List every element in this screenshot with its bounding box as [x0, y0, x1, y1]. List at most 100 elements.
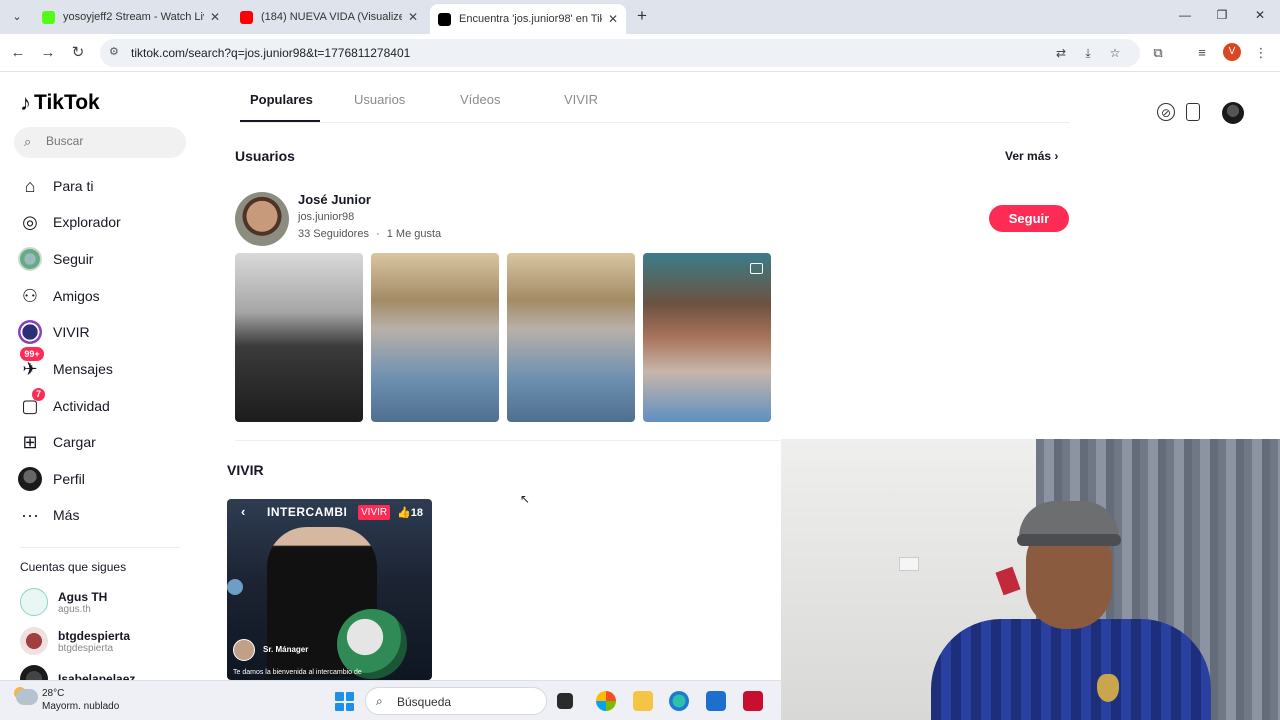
tab-vivir[interactable]: VIVIR	[564, 92, 598, 107]
sidebar-item-vivir[interactable]: VIVIR	[18, 317, 188, 347]
search-input[interactable]	[46, 134, 176, 148]
thumbs-up-icon: 👍	[397, 507, 411, 519]
get-app-icon[interactable]	[1186, 103, 1200, 121]
close-window-icon[interactable]: ✕	[1252, 8, 1268, 22]
extensions-icon[interactable]: ⧉	[1148, 43, 1168, 63]
tab-usuarios[interactable]: Usuarios	[354, 92, 405, 107]
search-box[interactable]: ⌕	[14, 127, 186, 158]
microsoft-store-icon[interactable]	[706, 691, 726, 711]
close-tab-icon[interactable]: ✕	[608, 12, 618, 26]
user-result-name[interactable]: José Junior	[298, 192, 371, 207]
following-account[interactable]: btgdespierta btgdespierta	[20, 627, 130, 655]
sidebar-item-explorador[interactable]: ◎ Explorador	[18, 207, 188, 237]
sidebar-item-actividad[interactable]: ▢ 7 Actividad	[18, 388, 188, 421]
address-bar: ← → ↻ ⚙ tiktok.com/search?q=jos.junior98…	[0, 34, 1280, 72]
weather-temp[interactable]: 28°C	[42, 688, 64, 699]
live-icon	[18, 320, 42, 344]
sidebar-item-mas[interactable]: ··· Más	[18, 500, 188, 530]
user-avatar[interactable]	[1222, 102, 1244, 124]
home-icon: ⌂	[24, 175, 36, 196]
copilot-icon[interactable]	[596, 691, 616, 711]
install-app-icon[interactable]: ⤓	[1079, 44, 1097, 62]
follow-button[interactable]: Seguir	[989, 205, 1069, 232]
taskbar-search[interactable]: ⌕ Búsqueda	[365, 687, 547, 715]
close-tab-icon[interactable]: ✕	[408, 10, 418, 24]
restore-icon[interactable]: ❐	[1214, 8, 1230, 22]
sidebar-item-seguir[interactable]: Seguir	[18, 244, 188, 274]
media-controls-icon[interactable]: ≡	[1192, 43, 1212, 63]
sidebar-item-perfil[interactable]: Perfil	[18, 464, 188, 494]
youtube-favicon-icon	[240, 10, 253, 24]
sidebar-item-cargar[interactable]: ⊞ Cargar	[18, 427, 188, 457]
webcam-light-switch	[899, 557, 919, 571]
activity-badge: 7	[32, 388, 45, 401]
site-info-icon[interactable]: ⚙	[109, 45, 119, 58]
sidebar-item-label: Explorador	[53, 214, 121, 230]
chevron-left-icon: ‹	[241, 504, 246, 519]
sidebar-item-label: Actividad	[53, 398, 110, 414]
live-stream-card[interactable]: ‹ INTERCAMBI VIVIR 👍18 Sr. Mánager Te da…	[227, 499, 432, 680]
tab-populares[interactable]: Populares	[250, 92, 313, 107]
taskbar-search-label: Búsqueda	[397, 695, 452, 709]
friends-icon: ⚇	[21, 285, 39, 306]
webcam-jersey-crest	[1097, 674, 1119, 702]
omnibox[interactable]: ⚙ tiktok.com/search?q=jos.junior98&t=177…	[100, 39, 1140, 67]
sidebar-item-amigos[interactable]: ⚇ Amigos	[18, 281, 188, 311]
following-avatar-icon	[18, 247, 42, 271]
edge-browser-icon[interactable]	[669, 691, 689, 711]
tabs-divider	[240, 122, 1070, 123]
browser-menu-icon[interactable]: ⋮	[1251, 43, 1271, 63]
profile-icon	[18, 467, 42, 491]
video-thumbnail[interactable]	[643, 253, 771, 422]
sidebar-item-label: Perfil	[53, 471, 85, 487]
translate-icon[interactable]: ⇄	[1052, 44, 1070, 62]
weather-desc[interactable]: Mayorm. nublado	[42, 701, 119, 712]
back-icon[interactable]: ←	[8, 43, 28, 63]
webcam-overlay	[781, 439, 1280, 720]
kick-favicon-icon	[42, 10, 55, 24]
close-tab-icon[interactable]: ✕	[210, 10, 220, 24]
messages-badge: 99+	[20, 347, 44, 361]
mouse-cursor-icon: ↖	[520, 492, 531, 506]
forward-icon[interactable]: →	[38, 43, 58, 63]
coins-icon[interactable]: ⊘	[1157, 103, 1175, 121]
following-account[interactable]: Agus TH agus.th	[20, 588, 107, 616]
section-divider	[235, 440, 780, 441]
browser-tab-youtube[interactable]: (184) NUEVA VIDA (Visualizer) - ✕	[232, 4, 426, 30]
mcafee-icon[interactable]	[743, 691, 763, 711]
weather-cloud-icon[interactable]	[16, 689, 38, 705]
new-tab-button[interactable]: +	[633, 7, 651, 25]
video-thumbnail[interactable]	[235, 253, 363, 422]
stats-dot: ·	[376, 228, 380, 240]
search-icon: ⌕	[24, 134, 32, 149]
browser-profile-avatar[interactable]: V	[1223, 43, 1241, 61]
minimize-icon[interactable]: —	[1177, 8, 1193, 22]
see-more-link[interactable]: Ver más ›	[1005, 149, 1058, 163]
more-icon: ···	[21, 504, 39, 525]
user-result-handle: jos.junior98	[298, 211, 355, 223]
browser-tab-tiktok[interactable]: Encuentra 'jos.junior98' en TikT ✕	[430, 4, 626, 34]
user-result-avatar[interactable]	[235, 192, 289, 246]
url-text[interactable]: tiktok.com/search?q=jos.junior98&t=17768…	[131, 46, 410, 60]
video-thumbnail[interactable]	[371, 253, 499, 422]
browser-tab-kick[interactable]: yosoyjeff2 Stream - Watch Live ✕	[34, 4, 228, 30]
sidebar-item-para-ti[interactable]: ⌂ Para ti	[18, 171, 188, 201]
messages-icon: ✈ 99+	[18, 347, 44, 381]
bookmark-star-icon[interactable]: ☆	[1106, 44, 1124, 62]
browser-tab-bar: ⌄ yosoyjeff2 Stream - Watch Live ✕ (184)…	[0, 0, 1280, 34]
live-banner-text: INTERCAMBI	[267, 505, 348, 519]
users-section-title: Usuarios	[235, 148, 295, 164]
tab-videos[interactable]: Vídeos	[460, 92, 500, 107]
tiktok-logo[interactable]: ♪ TikTok	[20, 90, 100, 116]
video-thumbnail[interactable]	[507, 253, 635, 422]
sidebar-item-mensajes[interactable]: ✈ 99+ Mensajes	[18, 347, 188, 384]
windows-taskbar: 28°C Mayorm. nublado ⌕ Búsqueda	[0, 680, 781, 720]
avatar	[20, 588, 48, 616]
task-view-icon[interactable]	[557, 693, 573, 709]
sidebar-item-label: Más	[53, 507, 80, 523]
file-explorer-icon[interactable]	[633, 691, 653, 711]
windows-start-icon[interactable]	[335, 692, 354, 711]
reload-icon[interactable]: ↻	[68, 43, 88, 63]
avatar	[20, 627, 48, 655]
tab-search-chevron-icon[interactable]: ⌄	[6, 7, 28, 27]
